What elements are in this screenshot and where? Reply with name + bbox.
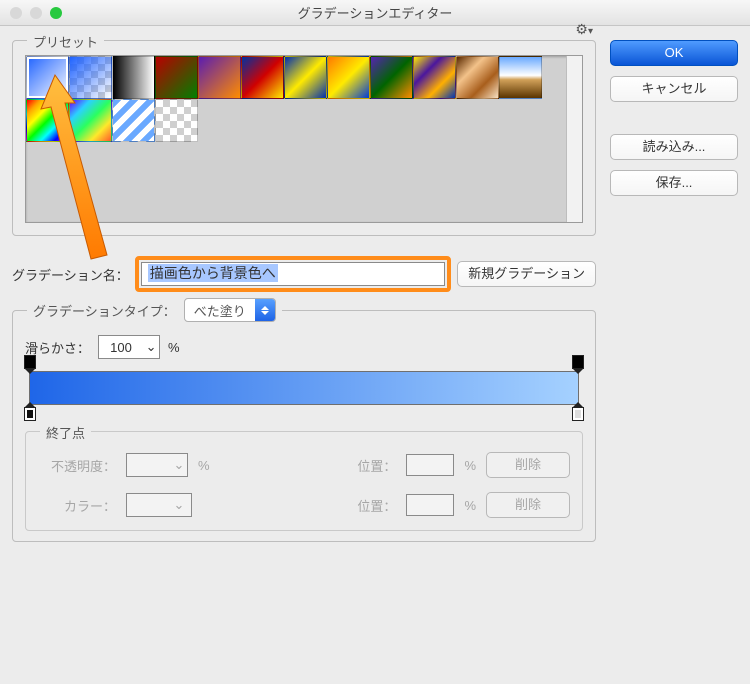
percent-sign: % xyxy=(168,340,180,355)
preset-swatch[interactable] xyxy=(456,56,499,99)
opacity-input: ⌄ xyxy=(126,453,188,477)
presets-legend: プリセット xyxy=(27,32,104,51)
percent-sign: % xyxy=(198,458,210,473)
preset-swatch[interactable] xyxy=(327,56,370,99)
preset-swatch[interactable] xyxy=(112,99,155,142)
gradient-type-legend-row: グラデーションタイプ： べた塗り xyxy=(27,298,282,322)
color-stop-right[interactable] xyxy=(572,407,584,421)
preset-swatch[interactable] xyxy=(112,56,155,99)
opacity-position-input xyxy=(406,454,454,476)
gradient-name-value: 描画色から背景色へ xyxy=(148,264,278,282)
opacity-label: 不透明度： xyxy=(38,456,116,475)
cancel-button[interactable]: キャンセル xyxy=(610,76,738,102)
preset-swatch[interactable] xyxy=(155,99,198,142)
color-position-input xyxy=(406,494,454,516)
gradient-preview xyxy=(29,371,579,405)
stops-fieldset: 終了点 不透明度： ⌄ % 位置： % 削除 xyxy=(25,431,583,531)
smoothness-value: 100 xyxy=(99,340,143,355)
chevron-down-icon: ⌄ xyxy=(171,497,187,513)
opacity-delete-button: 削除 xyxy=(486,452,570,478)
chevron-down-icon: ⌄ xyxy=(171,457,187,473)
percent-sign: % xyxy=(464,458,476,473)
preset-swatch[interactable] xyxy=(241,56,284,99)
zoom-window-icon[interactable] xyxy=(50,7,62,19)
color-delete-button: 削除 xyxy=(486,492,570,518)
smoothness-label: 滑らかさ： xyxy=(25,338,90,357)
presets-options-menu[interactable]: ⚙▾ xyxy=(575,21,593,38)
gradient-name-input[interactable]: 描画色から背景色へ xyxy=(141,262,446,286)
gradient-type-fieldset: グラデーションタイプ： べた塗り 滑らかさ： 100 ⌄ % xyxy=(12,310,596,542)
gear-icon: ⚙ xyxy=(575,21,588,37)
preset-swatch[interactable] xyxy=(370,56,413,99)
ok-button[interactable]: OK xyxy=(610,40,738,66)
color-stop-left[interactable] xyxy=(24,407,36,421)
smoothness-input[interactable]: 100 ⌄ xyxy=(98,335,160,359)
chevron-down-icon: ▾ xyxy=(588,26,593,37)
position-label: 位置： xyxy=(350,456,396,475)
stops-legend: 終了点 xyxy=(40,423,91,442)
gradient-name-label: グラデーション名： xyxy=(12,265,129,284)
load-button[interactable]: 読み込み... xyxy=(610,134,738,160)
percent-sign: % xyxy=(464,498,476,513)
preset-swatch[interactable] xyxy=(26,99,69,142)
position-label: 位置： xyxy=(350,496,396,515)
new-gradient-button[interactable]: 新規グラデーション xyxy=(457,261,596,287)
presets-fieldset: プリセット ⚙▾ xyxy=(12,40,596,236)
color-input: ⌄ xyxy=(126,493,192,517)
preset-swatch[interactable] xyxy=(198,56,241,99)
annotation-highlight: 描画色から背景色へ xyxy=(135,256,452,292)
gradient-type-select[interactable]: べた塗り xyxy=(184,298,276,322)
gradient-bar[interactable] xyxy=(29,371,579,405)
chevron-updown-icon xyxy=(255,299,275,321)
preset-swatch[interactable] xyxy=(69,99,112,142)
preset-swatch[interactable] xyxy=(413,56,456,99)
color-label: カラー： xyxy=(38,496,116,515)
save-button[interactable]: 保存... xyxy=(610,170,738,196)
opacity-stop-left[interactable] xyxy=(24,355,36,369)
presets-grid xyxy=(25,55,583,223)
preset-swatch[interactable] xyxy=(26,56,69,99)
gradient-type-label: グラデーションタイプ： xyxy=(33,301,176,320)
gradient-type-value: べた塗り xyxy=(185,301,255,320)
minimize-window-icon[interactable] xyxy=(30,7,42,19)
window-title: グラデーションエディター xyxy=(0,3,750,22)
traffic-lights xyxy=(0,7,62,19)
close-window-icon[interactable] xyxy=(10,7,22,19)
presets-scrollbar[interactable] xyxy=(566,56,582,222)
opacity-stop-right[interactable] xyxy=(572,355,584,369)
preset-swatch[interactable] xyxy=(155,56,198,99)
preset-swatch[interactable] xyxy=(284,56,327,99)
titlebar: グラデーションエディター xyxy=(0,0,750,26)
chevron-down-icon: ⌄ xyxy=(143,339,159,355)
preset-swatch[interactable] xyxy=(499,56,542,99)
preset-swatch[interactable] xyxy=(69,56,112,99)
